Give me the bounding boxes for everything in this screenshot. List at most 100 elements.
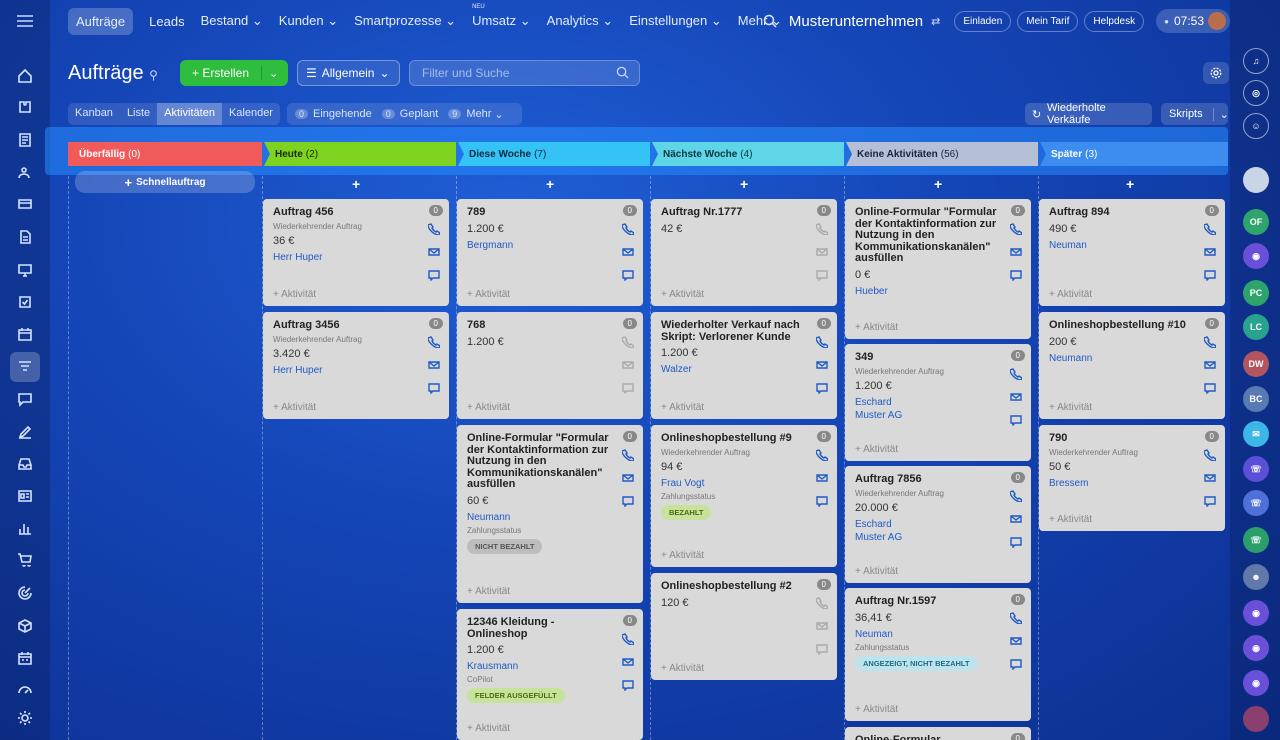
- switch-icon[interactable]: ⇄: [931, 15, 940, 28]
- contact-photo-avatar[interactable]: [1243, 706, 1269, 732]
- helpdesk-button[interactable]: Helpdesk: [1084, 10, 1145, 32]
- card-title[interactable]: Auftrag 894: [1049, 206, 1195, 219]
- bell-icon[interactable]: ♫: [1243, 48, 1269, 74]
- phone-icon[interactable]: ☏: [1243, 456, 1269, 482]
- card-title[interactable]: Auftrag 3456: [273, 319, 419, 332]
- card-contact[interactable]: Neumann: [467, 512, 633, 523]
- add-activity-link[interactable]: + Aktivität: [467, 402, 510, 413]
- add-activity-link[interactable]: + Aktivität: [855, 704, 898, 715]
- chat-icon[interactable]: [1010, 658, 1022, 681]
- id-card-icon[interactable]: [13, 484, 37, 508]
- chat-icon[interactable]: [1204, 495, 1216, 518]
- phone-icon[interactable]: [815, 336, 829, 359]
- phone-icon[interactable]: [815, 449, 829, 472]
- card-contact[interactable]: Neuman: [855, 629, 1021, 640]
- tariff-button[interactable]: Mein Tarif: [1017, 10, 1079, 32]
- mail-icon[interactable]: [1204, 472, 1216, 495]
- stage-header[interactable]: Nächste Woche (4): [652, 142, 844, 166]
- deal-card[interactable]: 0 Online-Formular "Formular der Kontaktin…: [457, 425, 643, 603]
- card-contact[interactable]: Eschard: [855, 397, 1021, 408]
- chat-icon[interactable]: [1010, 536, 1022, 559]
- invite-button[interactable]: Einladen: [954, 10, 1012, 32]
- add-card-icon[interactable]: +: [546, 176, 554, 192]
- contact-avatar-bc[interactable]: BC: [1243, 386, 1269, 412]
- deal-card[interactable]: 0 Onlineshopbestellung #2 120 € + Aktivität: [651, 573, 837, 680]
- mail-icon[interactable]: [1010, 391, 1022, 414]
- create-button[interactable]: + Erstellen ⌄: [180, 60, 288, 86]
- target-icon[interactable]: [13, 581, 37, 605]
- contacts-icon[interactable]: [13, 160, 37, 184]
- deal-card[interactable]: 0 12346 Kleidung - Onlineshop 1.200 € Kraus…: [457, 609, 643, 740]
- counter-incoming[interactable]: 0 Eingehende: [295, 108, 372, 120]
- schedule-icon[interactable]: [13, 646, 37, 670]
- chat-icon[interactable]: [816, 495, 828, 518]
- openlines-icon[interactable]: ◉: [1243, 670, 1269, 696]
- chat-icon[interactable]: [1010, 414, 1022, 437]
- call-icon[interactable]: ☏: [1243, 527, 1269, 553]
- mail-icon[interactable]: [622, 359, 634, 382]
- phone-icon[interactable]: [1009, 223, 1023, 246]
- mail-icon[interactable]: [1204, 246, 1216, 269]
- quick-order-button[interactable]: + Schnellauftrag: [75, 171, 255, 193]
- card-company[interactable]: Muster AG: [855, 532, 1021, 543]
- card-contact[interactable]: Walzer: [661, 364, 827, 375]
- deal-card[interactable]: 0 Auftrag 3456 Wiederkehrender Auftrag 3.42…: [263, 312, 449, 419]
- counter-planned[interactable]: 0 Geplant: [381, 108, 438, 120]
- nav-analytics[interactable]: Analytics ⌄: [547, 13, 614, 29]
- add-activity-link[interactable]: + Aktivität: [467, 586, 510, 597]
- chat-icon[interactable]: [622, 679, 634, 702]
- chat-icon[interactable]: [1204, 382, 1216, 405]
- mail-icon[interactable]: [816, 246, 828, 269]
- card-contact[interactable]: Frau Vogt: [661, 478, 827, 489]
- repeat-sales-button[interactable]: ↻ Wiederholte Verkäufe: [1025, 102, 1152, 126]
- card-title[interactable]: Onlineshopbestellung #2: [661, 580, 807, 593]
- card-title[interactable]: Online-Formular "Formular der Kontaktinf…: [467, 432, 613, 491]
- card-contact[interactable]: Neumann: [1049, 353, 1215, 364]
- card-title[interactable]: 12346 Kleidung - Onlineshop: [467, 616, 613, 640]
- deal-card[interactable]: 0 Auftrag 894 490 € Neuman + Aktivität: [1039, 199, 1225, 306]
- settings-button[interactable]: [1203, 62, 1229, 84]
- mail-icon[interactable]: [622, 246, 634, 269]
- chat-icon[interactable]: [622, 495, 634, 518]
- mail-icon[interactable]: [1010, 513, 1022, 536]
- mail-icon[interactable]: [622, 656, 634, 679]
- deal-card[interactable]: 0 Wiederholter Verkauf nach Skript: Verlo…: [651, 312, 837, 419]
- add-activity-link[interactable]: + Aktivität: [855, 322, 898, 333]
- add-activity-link[interactable]: + Aktivität: [273, 402, 316, 413]
- group-avatar[interactable]: ☻: [1243, 564, 1269, 590]
- chat-icon[interactable]: [1204, 269, 1216, 292]
- openlines-icon[interactable]: ◉: [1243, 600, 1269, 626]
- nav-umsatz[interactable]: NEU Umsatz ⌄: [472, 4, 531, 29]
- user-avatar[interactable]: [1208, 12, 1226, 30]
- tab-kanban[interactable]: Kanban: [68, 103, 120, 125]
- deal-card[interactable]: 0 Online-Formular "Formular der Kontaktin…: [845, 199, 1031, 339]
- add-activity-link[interactable]: + Aktivität: [855, 444, 898, 455]
- tab-liste[interactable]: Liste: [120, 103, 157, 125]
- tab-aktivitaeten[interactable]: Aktivitäten: [157, 103, 222, 125]
- add-activity-link[interactable]: + Aktivität: [467, 723, 510, 734]
- chat-icon[interactable]: [428, 269, 440, 292]
- card-contact[interactable]: Krausmann: [467, 661, 633, 672]
- mail-icon[interactable]: [622, 472, 634, 495]
- chat-icon[interactable]: [1010, 269, 1022, 292]
- chat-icon[interactable]: [622, 382, 634, 405]
- chat-icon[interactable]: [622, 269, 634, 292]
- card-title[interactable]: 349: [855, 351, 1001, 364]
- gauge-icon[interactable]: [13, 678, 37, 702]
- card-title[interactable]: Auftrag 456: [273, 206, 419, 219]
- deal-card[interactable]: 0 Auftrag Nr.1597 36,41 € Neuman Zahlungssta…: [845, 588, 1031, 721]
- card-contact[interactable]: Bressem: [1049, 478, 1215, 489]
- clock[interactable]: ● 07:53: [1156, 9, 1230, 33]
- card-title[interactable]: Auftrag 7856: [855, 473, 1001, 486]
- deal-card[interactable]: 0 790 Wiederkehrender Auftrag 50 € Bressem + …: [1039, 425, 1225, 531]
- document-icon[interactable]: [13, 225, 37, 249]
- scripts-button[interactable]: Skripts ⌄: [1161, 103, 1229, 125]
- card-contact[interactable]: Herr Huper: [273, 365, 439, 376]
- nav-leads[interactable]: Leads: [149, 14, 184, 29]
- pen-icon[interactable]: [13, 420, 37, 444]
- chat-icon[interactable]: [816, 643, 828, 666]
- checkbox-icon[interactable]: [13, 290, 37, 314]
- add-activity-link[interactable]: + Aktivität: [273, 289, 316, 300]
- add-card-icon[interactable]: +: [1126, 176, 1134, 192]
- card-contact[interactable]: Eschard: [855, 519, 1021, 530]
